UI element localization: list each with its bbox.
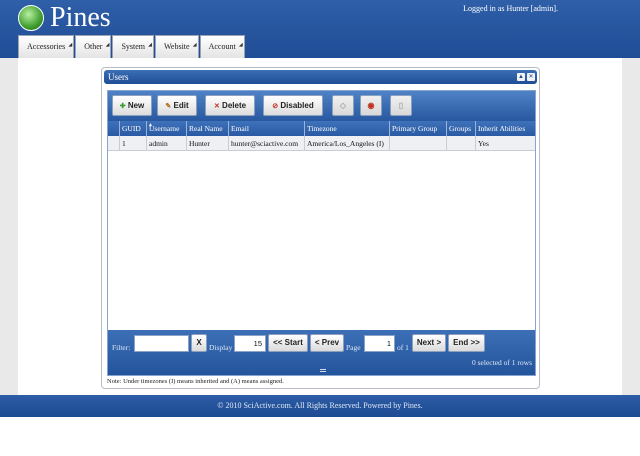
table-cell: hunter@sciactive.com (229, 136, 305, 151)
site-header: Pines Logged in as Hunter [admin]. Acces… (0, 0, 640, 58)
new-button[interactable]: ✚ New (112, 95, 152, 116)
pencil-icon: ✎ (165, 103, 172, 110)
site-title[interactable]: Pines (50, 2, 111, 34)
delete-button[interactable]: ✕ Delete (205, 95, 255, 116)
table-row[interactable]: 1 admin Hunter hunter@sciactive.com Amer… (108, 136, 535, 151)
menu-item-system[interactable]: System ◢ (112, 35, 154, 58)
copyright-text: © 2010 SciActive.com. All Rights Reserve… (217, 401, 423, 410)
table-cell: America/Los_Angeles (I) (305, 136, 390, 151)
table-cell: admin (147, 136, 187, 151)
column-header-email[interactable]: Email (229, 121, 305, 136)
filter-input[interactable] (134, 335, 189, 352)
column-header-inherit-abilities[interactable]: Inherit Abilities (476, 121, 535, 136)
select-all-button[interactable]: ◇ (332, 95, 354, 116)
users-grid: ✚ New ✎ Edit ✕ Delete ⊘ Disabled ◇ ◉ ▯ G… (107, 90, 536, 376)
page-number-input[interactable] (364, 335, 395, 352)
page-label: Page (346, 343, 361, 352)
collapse-icon[interactable]: ▲ (517, 73, 525, 81)
resize-handle-icon[interactable] (320, 369, 326, 372)
column-header-real-name[interactable]: Real Name (187, 121, 229, 136)
filter-label: Filter: (112, 343, 131, 352)
window-title: Users (108, 72, 129, 82)
page-count-label: of 1 (397, 343, 409, 352)
next-page-button[interactable]: Next > (412, 334, 446, 352)
grid-toolbar: ✚ New ✎ Edit ✕ Delete ⊘ Disabled ◇ ◉ ▯ (108, 91, 535, 121)
table-cell: 1 (120, 136, 147, 151)
left-gutter (0, 58, 18, 395)
grid-pager: Filter: X Display << Start < Prev Page o… (108, 330, 535, 375)
users-window: Users ▲ ✕ ✚ New ✎ Edit ✕ Delete ⊘ Disabl… (101, 67, 540, 389)
display-count-input[interactable] (234, 335, 266, 352)
column-header-username[interactable]: ▲ Username (147, 121, 187, 136)
menu-item-accessories[interactable]: Accessories ◢ (18, 35, 75, 58)
edit-button[interactable]: ✎ Edit (157, 95, 197, 116)
submenu-arrow-icon: ◢ (68, 43, 73, 48)
menu-item-website[interactable]: Website ◢ (155, 35, 199, 58)
selection-status: 0 selected of 1 rows (472, 358, 532, 367)
display-label: Display (209, 343, 233, 352)
menu-item-label: Other (84, 42, 103, 51)
select-all-icon: ◇ (339, 101, 347, 110)
menu-item-label: Account (208, 42, 236, 51)
table-cell (390, 136, 447, 151)
close-icon[interactable]: ✕ (527, 73, 535, 81)
start-page-button[interactable]: << Start (268, 334, 308, 352)
menu-item-account[interactable]: Account ◢ (199, 35, 245, 58)
column-header-primary-group[interactable]: Primary Group (390, 121, 447, 136)
column-header-guid[interactable]: GUID (120, 121, 147, 136)
disabled-icon: ⊘ (272, 103, 279, 110)
table-cell (447, 136, 476, 151)
clear-filter-button[interactable]: X (191, 334, 207, 352)
table-cell: Hunter (187, 136, 229, 151)
menu-item-label: System (121, 42, 145, 51)
end-page-button[interactable]: End >> (448, 334, 485, 352)
submenu-arrow-icon: ◢ (105, 43, 110, 48)
sort-asc-icon: ▲ (148, 123, 153, 128)
timezone-note: Note: Under timezones (I) means inherite… (107, 378, 284, 385)
table-cell (108, 136, 120, 151)
submenu-arrow-icon: ◢ (148, 43, 152, 48)
menu-item-other[interactable]: Other ◢ (75, 35, 112, 58)
menu-item-label: Website (164, 42, 190, 51)
add-icon: ✚ (119, 103, 126, 110)
pines-logo-icon[interactable] (18, 5, 44, 31)
page-footer: © 2010 SciActive.com. All Rights Reserve… (0, 395, 640, 417)
column-header-timezone[interactable]: Timezone (305, 121, 390, 136)
right-gutter (622, 58, 640, 395)
select-none-icon: ◉ (367, 101, 375, 110)
submenu-arrow-icon: ◢ (192, 43, 197, 48)
document-icon: ▯ (398, 101, 404, 110)
table-cell: Yes (478, 139, 489, 148)
main-menu: Accessories ◢ Other ◢ System ◢ Website ◢… (18, 35, 246, 58)
login-status: Logged in as Hunter [admin]. (463, 4, 558, 13)
column-header-select[interactable] (108, 121, 120, 136)
table-body: 1 admin Hunter hunter@sciactive.com Amer… (108, 136, 535, 151)
table-header: GUID ▲ Username Real Name Email Timezone… (108, 121, 535, 136)
menu-item-label: Accessories (27, 42, 66, 51)
disabled-filter-button[interactable]: ⊘ Disabled (263, 95, 323, 116)
delete-icon: ✕ (213, 103, 220, 110)
window-titlebar[interactable]: Users ▲ ✕ (104, 70, 537, 84)
page-view-button[interactable]: ▯ (390, 95, 412, 116)
app-root: Pines Logged in as Hunter [admin]. Acces… (0, 0, 640, 456)
column-header-groups[interactable]: Groups (447, 121, 476, 136)
submenu-arrow-icon: ◢ (238, 43, 243, 48)
prev-page-button[interactable]: < Prev (310, 334, 344, 352)
select-none-button[interactable]: ◉ (360, 95, 382, 116)
